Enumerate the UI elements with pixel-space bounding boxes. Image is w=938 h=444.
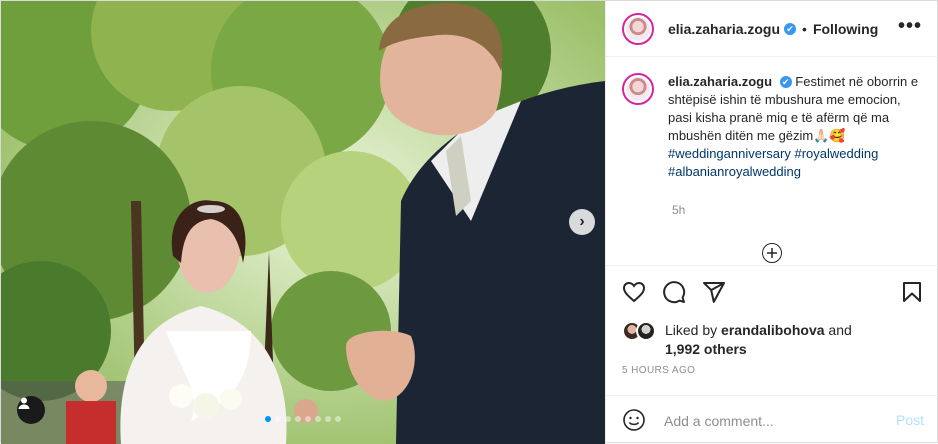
following-button[interactable]: Following	[813, 21, 878, 37]
caption: elia.zaharia.zogu ✔ Festimet në oborrin …	[622, 73, 932, 181]
carousel-dot	[335, 416, 341, 422]
carousel-dot	[285, 416, 291, 422]
post-photo[interactable]: ›	[1, 1, 605, 444]
verified-badge-icon: ✔	[784, 22, 797, 35]
likes-conjunction: and	[828, 322, 852, 338]
hashtag-link[interactable]: #weddinganniversary	[668, 146, 791, 161]
carousel-dot	[275, 416, 281, 422]
caption-username[interactable]: elia.zaharia.zogu	[668, 74, 772, 89]
carousel-dot	[295, 416, 301, 422]
wedding-photo	[1, 1, 605, 444]
likes-prefix: Liked by	[665, 322, 718, 338]
post-comment-button[interactable]: Post	[896, 412, 924, 428]
user-icon	[18, 397, 30, 409]
liker-avatars[interactable]	[622, 321, 656, 341]
verified-badge-icon: ✔	[779, 76, 792, 88]
post-sidebar: elia.zaharia.zogu ✔ • Following ••• elia…	[605, 1, 938, 444]
liker-username[interactable]: erandalibohova	[721, 322, 824, 338]
next-photo-button[interactable]: ›	[569, 209, 595, 235]
more-options-icon[interactable]: •••	[898, 15, 922, 38]
header-separator: •	[802, 20, 807, 37]
carousel-indicator	[1, 416, 605, 422]
post-header: elia.zaharia.zogu ✔ • Following •••	[606, 1, 938, 57]
carousel-dot	[305, 416, 311, 422]
add-comment-bar: Post	[606, 395, 938, 444]
avatar[interactable]	[622, 12, 654, 45]
likes-others-link[interactable]: 1,992 others	[665, 341, 747, 357]
action-bar	[606, 265, 938, 319]
comment-icon[interactable]	[662, 280, 686, 304]
post-timestamp[interactable]: 5 HOURS AGO	[622, 365, 695, 376]
caption-body: elia.zaharia.zogu ✔ Festimet në oborrin …	[668, 73, 926, 181]
share-icon[interactable]	[702, 280, 726, 304]
hashtag-link[interactable]: #royalwedding	[794, 146, 878, 161]
carousel-dot	[325, 416, 331, 422]
comment-input[interactable]	[662, 406, 886, 436]
caption-avatar[interactable]	[622, 73, 654, 105]
author-username[interactable]: elia.zaharia.zogu	[668, 21, 780, 37]
carousel-dot	[265, 416, 271, 422]
caption-time[interactable]: 5h	[672, 203, 685, 217]
plus-icon	[767, 248, 777, 258]
likes-text: Liked by erandalibohova and 1,992 others	[665, 321, 852, 359]
load-more-comments-button[interactable]	[762, 243, 782, 263]
hashtag-link[interactable]: #albanianroyalwedding	[668, 164, 801, 179]
heart-icon[interactable]	[622, 280, 646, 304]
bookmark-icon[interactable]	[900, 280, 924, 304]
emoji-icon[interactable]	[622, 408, 646, 432]
comments-section: elia.zaharia.zogu ✔ Festimet në oborrin …	[606, 57, 938, 265]
carousel-dot	[315, 416, 321, 422]
likes-summary: Liked by erandalibohova and 1,992 others	[622, 321, 932, 361]
avatar	[636, 321, 656, 341]
instagram-post: › elia.zaharia.zogu ✔ • Following ••• el…	[0, 0, 938, 444]
